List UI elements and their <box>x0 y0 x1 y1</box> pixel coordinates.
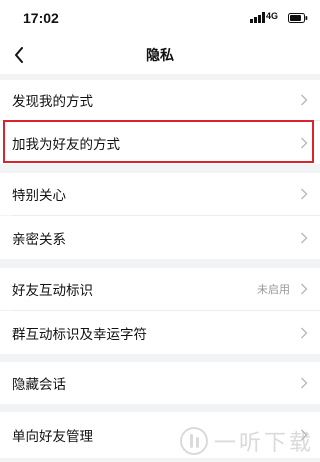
settings-row-discover-me[interactable]: 发现我的方式 <box>0 80 320 120</box>
watermark: 一听下载 <box>179 424 314 458</box>
signal-bars-icon <box>250 12 265 23</box>
navigation-bar: 隐私 <box>0 36 320 74</box>
network-label: 4G <box>265 11 278 21</box>
chevron-right-icon <box>301 327 308 338</box>
settings-row-hidden-sessions[interactable]: 隐藏会话 <box>0 362 320 404</box>
row-label: 好友互动标识 <box>12 283 93 299</box>
settings-row-friend-interaction-badge[interactable]: 好友互动标识 未启用 <box>0 268 320 310</box>
status-bar: 17:02 4G <box>0 0 320 36</box>
chevron-right-icon <box>301 94 308 106</box>
settings-row-close-relationship[interactable]: 亲密关系 <box>0 216 320 259</box>
row-label: 群互动标识及幸运字符 <box>12 326 147 343</box>
row-label: 亲密关系 <box>12 231 66 248</box>
chevron-right-icon <box>301 188 308 200</box>
chevron-right-icon <box>301 283 308 295</box>
row-label: 单向好友管理 <box>12 429 93 445</box>
settings-row-special-care[interactable]: 特别关心 <box>0 173 320 215</box>
chevron-right-icon <box>301 232 308 243</box>
row-label: 特别关心 <box>12 188 66 204</box>
settings-row-group-interaction-badge[interactable]: 群互动标识及幸运字符 <box>0 311 320 354</box>
highlight-annotation-box <box>3 120 314 163</box>
page-title: 隐私 <box>146 48 174 64</box>
status-indicators: 4G <box>228 11 308 24</box>
watermark-text: 一听下载 <box>213 431 314 456</box>
row-label: 隐藏会话 <box>12 377 66 393</box>
watermark-logo-icon <box>179 427 208 455</box>
row-status-value: 未启用 <box>257 283 290 296</box>
status-time: 17:02 <box>23 10 59 26</box>
chevron-right-icon <box>301 377 308 389</box>
row-label: 发现我的方式 <box>12 94 93 110</box>
battery-icon <box>288 13 308 23</box>
